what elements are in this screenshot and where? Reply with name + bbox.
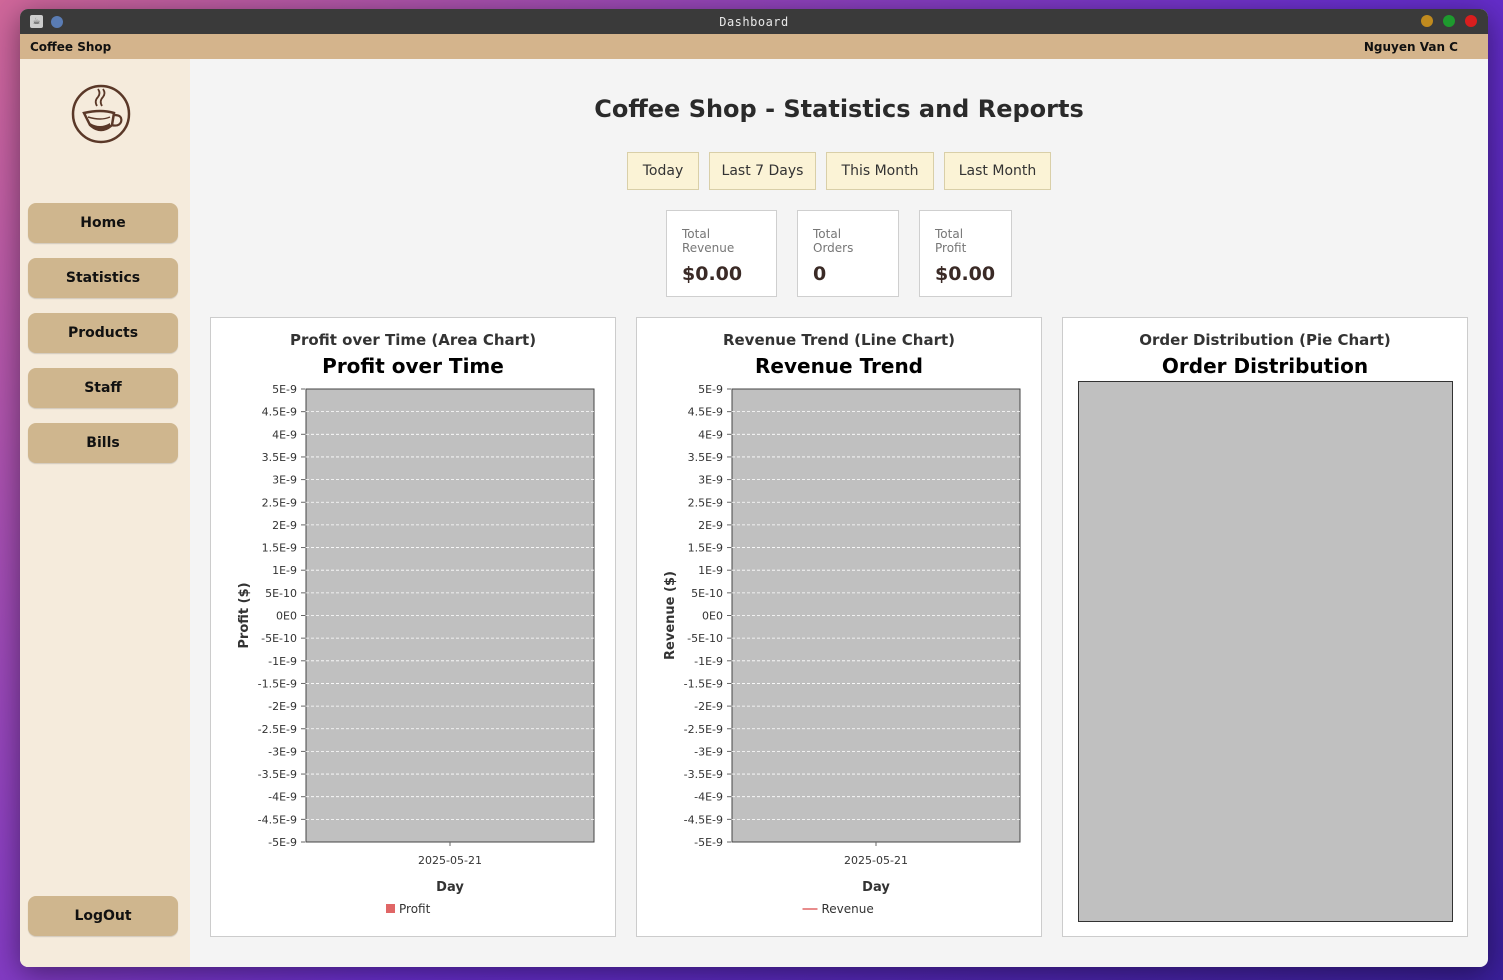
y-tick-label: 0E0 [276,610,297,623]
sidebar-item-bills[interactable]: Bills [28,423,178,463]
x-axis-label: Day [436,880,464,895]
y-tick-label: -3.5E-9 [258,768,297,781]
y-tick-label: 5E-9 [272,383,297,396]
y-tick-label: -4E-9 [268,791,297,804]
legend-swatch [386,904,395,913]
period-last-7-days-button[interactable]: Last 7 Days [709,152,816,190]
y-tick-label: -5E-9 [694,836,723,849]
y-tick-label: -4.5E-9 [684,813,723,826]
y-tick-label: -3.5E-9 [684,768,723,781]
legend: Profit [386,902,431,916]
profit-area-chart: 5E-9 4.5E-9 4E-9 3.5E-9 3E-9 2.5E-9 2E-9 1.5E-9… [237,383,595,916]
logout-button[interactable]: LogOut [28,896,178,936]
java-app-icon[interactable]: ☕ [30,15,43,28]
stat-value: 0 [813,263,827,285]
y-axis-label: Revenue ($) [663,571,678,660]
sidebar-item-home[interactable]: Home [28,203,178,243]
y-tick-label: 2E-9 [698,519,723,532]
x-tick-label: 2025-05-21 [418,854,482,867]
minimize-button[interactable] [1421,15,1433,27]
y-tick-label: 1E-9 [272,564,297,577]
stat-label: Total Profit [935,227,967,255]
y-tick-label: 2.5E-9 [262,496,297,509]
sidebar: Home Statistics Products Staff Bills Log… [20,59,190,967]
y-tick-label: -3E-9 [694,745,723,758]
y-tick-label: 2.5E-9 [688,496,723,509]
y-tick-label: 5E-9 [698,383,723,396]
y-tick-label: -1E-9 [694,655,723,668]
y-tick-label: 2E-9 [272,519,297,532]
y-tick-label: -2.5E-9 [684,723,723,736]
y-tick-label: 3.5E-9 [688,451,723,464]
stat-value: $0.00 [935,263,996,285]
app-window: ☕ Dashboard Coffee Shop Nguyen Van C Hom… [20,9,1488,967]
legend-label: Revenue [822,902,874,916]
y-tick-label: 4.5E-9 [688,406,723,419]
main-content: Coffee Shop - Statistics and Reports Tod… [190,59,1488,967]
y-tick-label: 3E-9 [272,474,297,487]
stat-label: Total Revenue [682,227,735,255]
legend: Revenue [802,902,874,916]
y-tick-label: -5E-10 [687,632,723,645]
legend-label: Profit [399,902,431,916]
close-button[interactable] [1465,15,1477,27]
y-tick-label: 4E-9 [272,428,297,441]
pie-plot-area [1078,381,1453,922]
y-tick-label: 1.5E-9 [262,542,297,555]
y-tick-label: -1.5E-9 [258,677,297,690]
order-distribution-panel: Order Distribution (Pie Chart) Order Dis… [1062,317,1468,937]
y-tick-label: 5E-10 [691,587,723,600]
y-tick-label: -4.5E-9 [258,813,297,826]
page-title: Coffee Shop - Statistics and Reports [594,95,1084,123]
y-tick-label: 3.5E-9 [262,451,297,464]
stat-label: Total Orders [813,227,854,255]
title-bar[interactable]: ☕ Dashboard [20,9,1488,34]
y-tick-label: 5E-10 [265,587,297,600]
x-tick-label: 2025-05-21 [844,854,908,867]
y-tick-label: 1E-9 [698,564,723,577]
revenue-chart-panel: Revenue Trend (Line Chart) Revenue Trend… [636,317,1042,937]
y-tick-label: -2.5E-9 [258,723,297,736]
y-tick-label: -2E-9 [268,700,297,713]
y-tick-label: -1.5E-9 [684,677,723,690]
period-this-month-button[interactable]: This Month [826,152,934,190]
revenue-line-chart: 5E-9 4.5E-9 4E-9 3.5E-9 3E-9 2.5E-9 2E-9 1.5E-9… [663,383,1021,916]
maximize-button[interactable] [1443,15,1455,27]
window-title: Dashboard [719,14,789,29]
period-today-button[interactable]: Today [627,152,699,190]
x-axis-label: Day [862,880,890,895]
app-name: Coffee Shop [30,39,112,54]
y-axis-label: Profit ($) [237,582,252,648]
stat-value: $0.00 [682,263,743,285]
sidebar-item-products[interactable]: Products [28,313,178,353]
pin-window-icon[interactable] [51,15,63,28]
y-tick-label: -4E-9 [694,791,723,804]
sidebar-item-staff[interactable]: Staff [28,368,178,408]
user-name: Nguyen Van C [1363,39,1458,54]
y-tick-label: 4.5E-9 [262,406,297,419]
y-tick-label: -1E-9 [268,655,297,668]
y-tick-label: 4E-9 [698,428,723,441]
y-tick-label: -5E-10 [261,632,297,645]
y-tick-label: -2E-9 [694,700,723,713]
total-orders-card: Total Orders 0 [797,210,899,297]
coffee-cup-icon [71,84,131,144]
y-tick-label: 3E-9 [698,474,723,487]
y-tick-label: 0E0 [702,610,723,623]
y-tick-label: -3E-9 [268,745,297,758]
profit-chart-panel: Profit over Time (Area Chart) Profit ove… [210,317,616,937]
period-last-month-button[interactable]: Last Month [944,152,1051,190]
header-bar: Coffee Shop Nguyen Van C [20,34,1488,59]
total-revenue-card: Total Revenue $0.00 [666,210,777,297]
y-tick-label: -5E-9 [268,836,297,849]
y-tick-label: 1.5E-9 [688,542,723,555]
sidebar-item-statistics[interactable]: Statistics [28,258,178,298]
chart-title: Order Distribution [1161,354,1369,378]
panel-caption: Order Distribution (Pie Chart) [1139,331,1391,349]
total-profit-card: Total Profit $0.00 [919,210,1012,297]
